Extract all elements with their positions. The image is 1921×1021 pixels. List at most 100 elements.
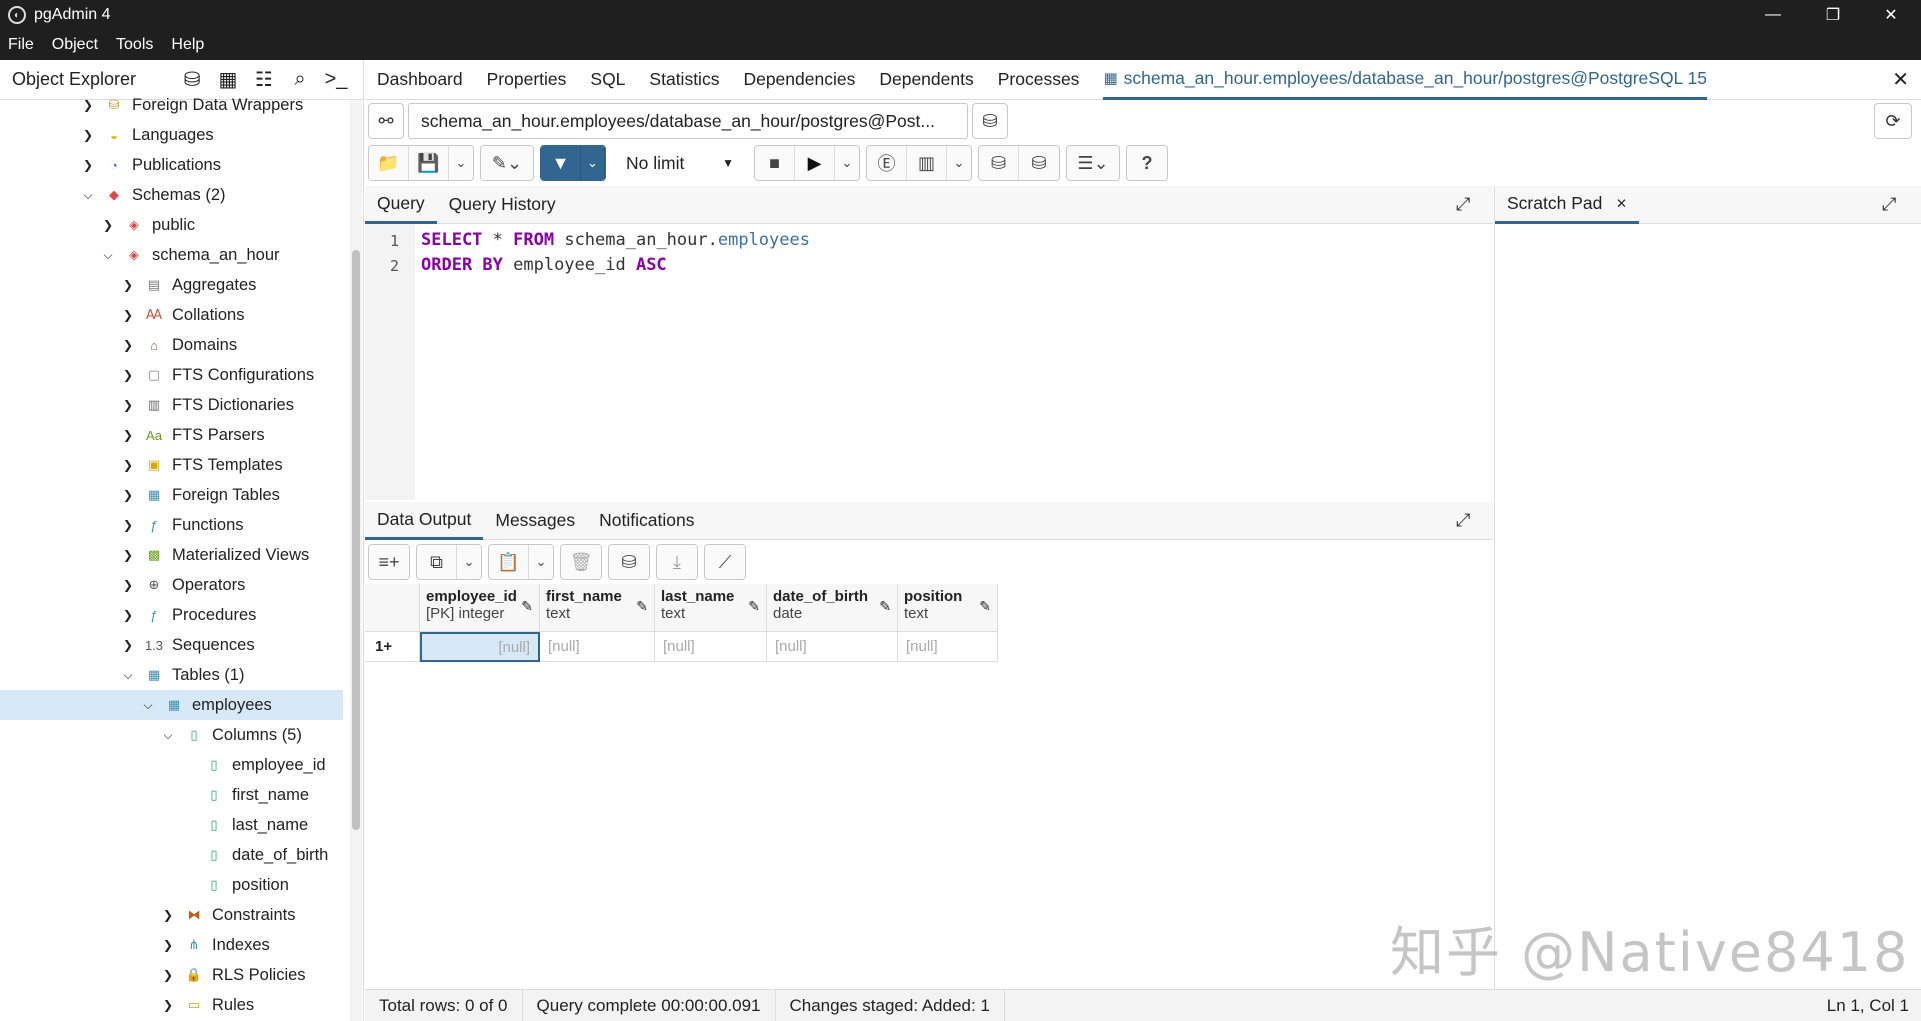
sql-editor[interactable]: 1 2 SELECT * FROM schema_an_hour.employe… xyxy=(365,224,1493,500)
pencil-icon[interactable]: ✎ xyxy=(636,598,648,615)
tree-item[interactable]: ❯ ⋔ Indexes xyxy=(0,930,343,960)
close-icon[interactable]: × xyxy=(1616,193,1626,214)
tree-item[interactable]: ⌵ ◈ schema_an_hour xyxy=(0,240,343,270)
tab-query-tool[interactable]: ▦ schema_an_hour.employees/database_an_h… xyxy=(1103,60,1707,100)
filter-dropdown-icon[interactable]: ⌄ xyxy=(581,146,605,180)
menu-object[interactable]: Object xyxy=(52,36,98,54)
tree-item[interactable]: ❯ ◈ public xyxy=(0,210,343,240)
menu-file[interactable]: File xyxy=(8,36,34,54)
save-data-icon[interactable]: ⛁ xyxy=(609,545,649,579)
scratch-pad-editor[interactable] xyxy=(1494,224,1921,989)
chevron-down-icon[interactable]: ⌵ xyxy=(120,668,136,683)
tree-item[interactable]: ❯ ▭ Rules xyxy=(0,990,343,1020)
stop-icon[interactable]: ■ xyxy=(755,146,795,180)
macros-dropdown-icon[interactable]: ☰⌄ xyxy=(1067,146,1119,180)
tree-item[interactable]: ❯ ▥ FTS Dictionaries xyxy=(0,390,343,420)
tree-item[interactable]: ⌵ ▯ Columns (5) xyxy=(0,720,343,750)
tree-item[interactable]: ❯ ▢ FTS Configurations xyxy=(0,360,343,390)
explain-dropdown-icon[interactable]: ⌄ xyxy=(947,146,971,180)
tab-statistics[interactable]: Statistics xyxy=(649,60,719,100)
edit-dropdown-icon[interactable]: ✎⌄ xyxy=(481,146,533,180)
tree-item[interactable]: ❯ ◔ Publications xyxy=(0,150,343,180)
row-limit-select[interactable]: No limit ▼ xyxy=(612,145,748,181)
chevron-right-icon[interactable]: ❯ xyxy=(100,218,116,232)
tree-item[interactable]: ▯ last_name xyxy=(0,810,343,840)
copy-icon[interactable]: ⧉ xyxy=(417,545,457,579)
chevron-down-icon[interactable]: ⌵ xyxy=(140,698,156,713)
chevron-right-icon[interactable]: ❯ xyxy=(80,128,96,142)
column-header[interactable]: first_name text ✎ xyxy=(540,584,655,632)
paste-dropdown-icon[interactable]: ⌄ xyxy=(529,545,553,579)
download-icon[interactable]: ⤓ xyxy=(657,545,697,579)
tree-item[interactable]: ❯ Ꜳ Collations xyxy=(0,300,343,330)
chevron-right-icon[interactable]: ❯ xyxy=(120,548,136,562)
tree-item[interactable]: ❯ ▩ Materialized Views xyxy=(0,540,343,570)
grid-cell[interactable]: [null] xyxy=(420,632,540,662)
expand-query-icon[interactable]: ⤢ xyxy=(1456,194,1470,215)
tab-dependents[interactable]: Dependents xyxy=(879,60,973,100)
chevron-down-icon[interactable]: ⌵ xyxy=(160,728,176,743)
tab-data-output[interactable]: Data Output xyxy=(365,502,484,540)
open-file-icon[interactable]: 📁 xyxy=(369,146,409,180)
tree-item[interactable]: ❯ ƒ Procedures xyxy=(0,600,343,630)
chevron-right-icon[interactable]: ❯ xyxy=(120,368,136,382)
pencil-icon[interactable]: ✎ xyxy=(979,598,991,615)
save-dropdown-icon[interactable]: ⌄ xyxy=(449,146,473,180)
pencil-icon[interactable]: ✎ xyxy=(521,598,533,615)
explorer-scrollbar-thumb[interactable] xyxy=(352,250,360,830)
tree-item[interactable]: ⌵ ▦ Tables (1) xyxy=(0,660,343,690)
chevron-right-icon[interactable]: ❯ xyxy=(160,938,176,952)
save-file-icon[interactable]: 💾 xyxy=(409,146,449,180)
chevron-right-icon[interactable]: ❯ xyxy=(120,578,136,592)
tab-sql[interactable]: SQL xyxy=(590,60,625,100)
expand-output-icon[interactable]: ⤢ xyxy=(1456,510,1470,531)
close-tab-icon[interactable]: ✕ xyxy=(1892,67,1909,92)
chevron-right-icon[interactable]: ❯ xyxy=(120,428,136,442)
explain-icon[interactable]: Ⓔ xyxy=(867,146,907,180)
new-connection-icon[interactable]: ⛁ xyxy=(972,103,1008,139)
minimize-button[interactable]: — xyxy=(1750,0,1796,30)
add-row-icon[interactable]: ≡+ xyxy=(369,545,409,579)
graph-visualiser-icon[interactable]: ⟋ xyxy=(705,545,745,579)
connection-select[interactable]: schema_an_hour.employees/database_an_hou… xyxy=(408,103,968,139)
chevron-right-icon[interactable]: ❯ xyxy=(120,338,136,352)
column-header[interactable]: last_name text ✎ xyxy=(655,584,767,632)
tree-item[interactable]: ❯ 🔒 RLS Policies xyxy=(0,960,343,990)
tree-item[interactable]: ▯ employee_id xyxy=(0,750,343,780)
tab-scratch-pad[interactable]: Scratch Pad × xyxy=(1495,186,1639,224)
tab-properties[interactable]: Properties xyxy=(487,60,567,100)
menu-tools[interactable]: Tools xyxy=(116,36,153,54)
chevron-right-icon[interactable]: ❯ xyxy=(160,968,176,982)
column-header[interactable]: employee_id [PK] integer ✎ xyxy=(420,584,540,632)
chevron-right-icon[interactable]: ❯ xyxy=(120,488,136,502)
grid-cell[interactable]: [null] xyxy=(655,632,767,662)
tree-item[interactable]: ❯ ▤ Aggregates xyxy=(0,270,343,300)
tab-query-history[interactable]: Query History xyxy=(437,186,568,224)
help-icon[interactable]: ? xyxy=(1127,146,1167,180)
chevron-right-icon[interactable]: ❯ xyxy=(120,278,136,292)
tree-item[interactable]: ❯ 1.3 Sequences xyxy=(0,630,343,660)
tab-processes[interactable]: Processes xyxy=(998,60,1080,100)
expand-scratch-icon[interactable]: ⤢ xyxy=(1882,194,1896,215)
chevron-right-icon[interactable]: ❯ xyxy=(80,98,96,112)
chevron-right-icon[interactable]: ❯ xyxy=(160,998,176,1012)
commit-icon[interactable]: ⛁ xyxy=(979,146,1019,180)
tree-item[interactable]: ▯ date_of_birth xyxy=(0,840,343,870)
chevron-right-icon[interactable]: ❯ xyxy=(120,308,136,322)
column-header[interactable]: position text ✎ xyxy=(898,584,998,632)
tree-item[interactable]: ▯ position xyxy=(0,870,343,900)
tree-item[interactable]: ❯ ◒ Languages xyxy=(0,120,343,150)
tree-item[interactable]: ❯ ⧓ Constraints xyxy=(0,900,343,930)
execute-dropdown-icon[interactable]: ⌄ xyxy=(835,146,859,180)
chevron-right-icon[interactable]: ❯ xyxy=(120,518,136,532)
filter-icon[interactable]: ▼ xyxy=(541,146,581,180)
menu-help[interactable]: Help xyxy=(171,36,204,54)
tree-item[interactable]: ❯ ⌂ Domains xyxy=(0,330,343,360)
copy-dropdown-icon[interactable]: ⌄ xyxy=(457,545,481,579)
tab-dashboard[interactable]: Dashboard xyxy=(377,60,463,100)
chevron-right-icon[interactable]: ❯ xyxy=(120,608,136,622)
chevron-down-icon[interactable]: ⌵ xyxy=(100,248,116,263)
close-window-button[interactable]: ✕ xyxy=(1868,0,1914,30)
tab-messages[interactable]: Messages xyxy=(483,502,587,540)
tab-dependencies[interactable]: Dependencies xyxy=(743,60,855,100)
